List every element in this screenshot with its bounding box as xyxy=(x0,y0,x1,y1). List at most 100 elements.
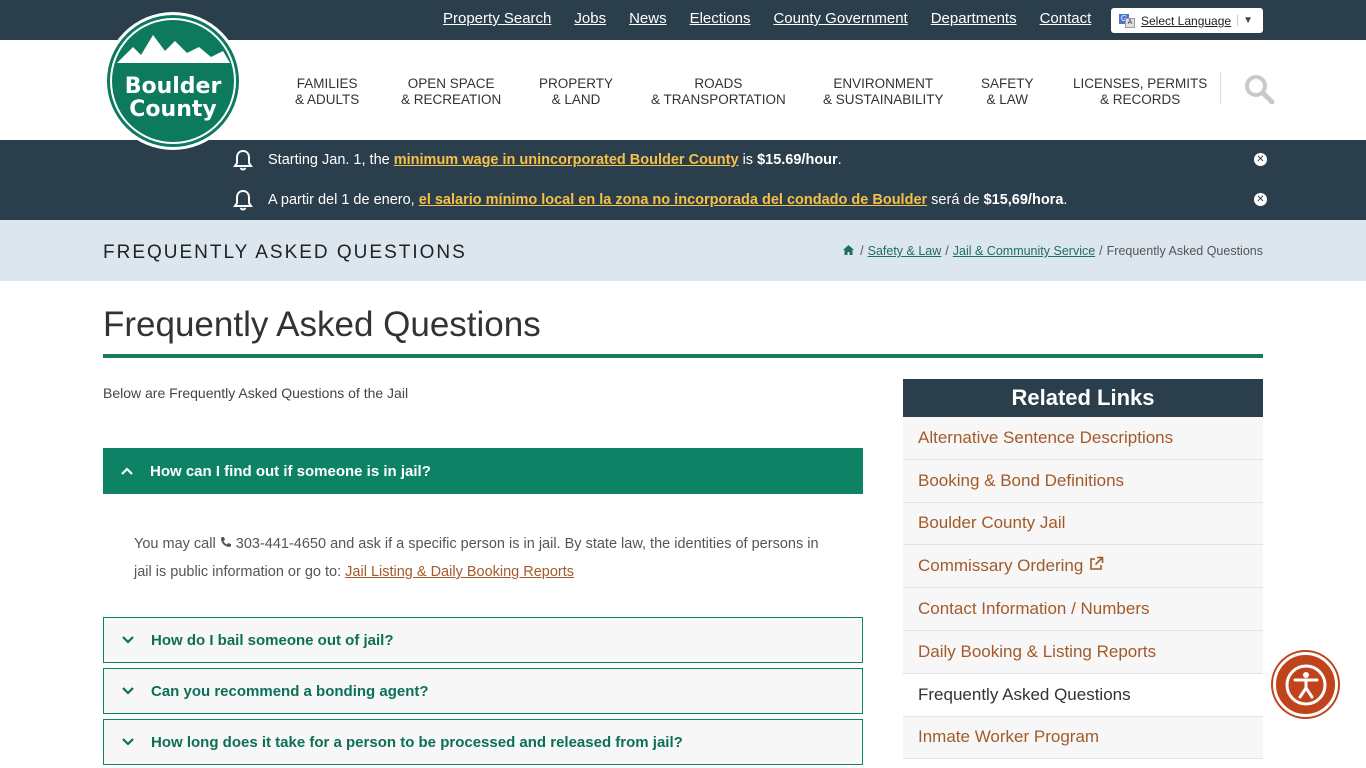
alert-bar: Starting Jan. 1, the minimum wage in uni… xyxy=(0,140,1366,220)
related-link[interactable]: Boulder County Jail xyxy=(903,502,1263,546)
nav-label: OPEN SPACE xyxy=(407,76,495,91)
nav-label: & TRANSPORTATION xyxy=(651,92,786,107)
page-title-band: FREQUENTLY ASKED QUESTIONS / Safety & La… xyxy=(0,220,1366,281)
nav-families-adults[interactable]: FAMILIES & ADULTS xyxy=(295,76,359,108)
accessibility-button[interactable] xyxy=(1273,652,1338,717)
chevron-down-icon: ▼ xyxy=(1237,15,1253,26)
breadcrumb-separator: / xyxy=(945,244,949,258)
bell-icon xyxy=(232,149,254,175)
chevron-down-icon xyxy=(104,636,151,644)
language-select-label: Select Language xyxy=(1141,13,1232,28)
faq-item[interactable]: How do I bail someone out of jail? xyxy=(103,617,863,663)
nav-label: LICENSES, PERMITS xyxy=(1073,76,1208,91)
related-link[interactable]: Inmate Worker Program xyxy=(903,716,1263,760)
home-icon[interactable] xyxy=(843,244,855,258)
chevron-down-icon xyxy=(104,738,151,746)
bell-icon xyxy=(232,189,254,215)
jail-listing-link[interactable]: Jail Listing & Daily Booking Reports xyxy=(345,564,574,580)
alert-text: is xyxy=(738,152,758,168)
related-link[interactable]: Daily Booking & Listing Reports xyxy=(903,630,1263,674)
top-link-elections[interactable]: Elections xyxy=(690,10,751,27)
intro-text: Below are Frequently Asked Questions of … xyxy=(103,385,409,401)
nav-safety-law[interactable]: SAFETY & LAW xyxy=(981,76,1034,108)
title-divider xyxy=(103,354,1263,358)
faq-question: How can I find out if someone is in jail… xyxy=(150,462,431,480)
search-icon[interactable] xyxy=(1243,73,1275,110)
translate-icon: GA xyxy=(1119,13,1135,28)
faq-item[interactable]: How long does it take for a person to be… xyxy=(103,719,863,765)
alert-text: A partir del 1 de enero, xyxy=(268,192,419,208)
breadcrumb-separator: / xyxy=(1099,244,1103,258)
accessibility-icon xyxy=(1285,664,1326,705)
band-title: FREQUENTLY ASKED QUESTIONS xyxy=(103,242,467,263)
nav-label: & ADULTS xyxy=(295,92,360,107)
related-link-label: Commissary Ordering xyxy=(918,556,1084,576)
nav-label: SAFETY xyxy=(981,76,1034,91)
alert-english-text: Starting Jan. 1, the minimum wage in uni… xyxy=(268,152,842,168)
nav-label: & LAW xyxy=(986,92,1029,107)
logo-line2: County xyxy=(129,97,216,122)
top-link-county-government[interactable]: County Government xyxy=(773,10,907,27)
chevron-up-icon xyxy=(103,467,150,475)
nav-divider xyxy=(1220,72,1221,104)
language-select[interactable]: GA Select Language ▼ xyxy=(1111,8,1263,33)
faq-item-open[interactable]: How can I find out if someone is in jail… xyxy=(103,448,863,494)
top-link-news[interactable]: News xyxy=(629,10,667,27)
top-link-contact[interactable]: Contact xyxy=(1040,10,1092,27)
alert-wage: $15,69/hora xyxy=(983,192,1064,208)
alert-text: será de xyxy=(927,192,984,208)
nav-label: ENVIRONMENT xyxy=(833,76,934,91)
alert-spanish-link[interactable]: el salario mínimo local en la zona no in… xyxy=(419,192,927,208)
nav-label: ROADS xyxy=(694,76,743,91)
related-links-title: Related Links xyxy=(903,379,1263,417)
boulder-county-logo[interactable]: Boulder County xyxy=(103,11,243,151)
breadcrumb-separator: / xyxy=(860,244,864,258)
close-icon[interactable]: ✕ xyxy=(1254,193,1267,206)
related-link-commissary[interactable]: Commissary Ordering xyxy=(903,545,1263,589)
breadcrumb-current: Frequently Asked Questions xyxy=(1106,244,1263,258)
related-link[interactable]: Contact Information / Numbers xyxy=(903,588,1263,631)
phone-icon xyxy=(220,536,232,552)
related-links: Related Links Alternative Sentence Descr… xyxy=(903,379,1263,760)
top-link-jobs[interactable]: Jobs xyxy=(574,10,606,27)
top-link-property-search[interactable]: Property Search xyxy=(443,10,551,27)
faq-answer-text: You may call xyxy=(134,536,220,552)
alert-wage: $15.69/hour xyxy=(757,152,838,168)
breadcrumb: / Safety & Law / Jail & Community Servic… xyxy=(843,244,1263,258)
related-link[interactable]: Alternative Sentence Descriptions xyxy=(903,417,1263,460)
faq-question: Can you recommend a bonding agent? xyxy=(151,682,429,700)
related-link-current[interactable]: Frequently Asked Questions xyxy=(903,673,1263,717)
alert-spanish-text: A partir del 1 de enero, el salario míni… xyxy=(268,192,1067,208)
external-link-icon xyxy=(1089,556,1104,576)
alert-text: . xyxy=(1063,192,1068,208)
breadcrumb-jail[interactable]: Jail & Community Service xyxy=(953,244,1095,258)
faq-question: How do I bail someone out of jail? xyxy=(151,631,394,649)
nav-property-land[interactable]: PROPERTY & LAND xyxy=(539,76,613,108)
chevron-down-icon xyxy=(104,687,151,695)
nav-label: FAMILIES xyxy=(296,76,358,91)
alert-text: . xyxy=(837,152,842,168)
nav-label: & RECREATION xyxy=(401,92,502,107)
related-link[interactable]: Booking & Bond Definitions xyxy=(903,459,1263,503)
nav-environment[interactable]: ENVIRONMENT & SUSTAINABILITY xyxy=(823,76,944,108)
faq-question: How long does it take for a person to be… xyxy=(151,733,683,751)
faq-answer: You may call 303-441-4650 and ask if a s… xyxy=(134,530,834,586)
close-icon[interactable]: ✕ xyxy=(1254,153,1267,166)
top-link-departments[interactable]: Departments xyxy=(931,10,1017,27)
alert-english-link[interactable]: minimum wage in unincorporated Boulder C… xyxy=(394,152,739,168)
nav-licenses[interactable]: LICENSES, PERMITS & RECORDS xyxy=(1073,76,1207,108)
alert-text: Starting Jan. 1, the xyxy=(268,152,394,168)
faq-item[interactable]: Can you recommend a bonding agent? xyxy=(103,668,863,714)
alert-spanish: A partir del 1 de enero, el salario míni… xyxy=(0,180,1366,220)
nav-label: & LAND xyxy=(551,92,601,107)
nav-label: & SUSTAINABILITY xyxy=(823,92,944,107)
page-title: Frequently Asked Questions xyxy=(103,305,541,344)
nav-open-space[interactable]: OPEN SPACE & RECREATION xyxy=(401,76,501,108)
nav-label: PROPERTY xyxy=(539,76,614,91)
faq-phone[interactable]: 303-441-4650 xyxy=(236,536,326,552)
utility-links: Property Search Jobs News Elections Coun… xyxy=(443,10,1091,27)
logo-line1: Boulder xyxy=(125,74,222,99)
nav-roads[interactable]: ROADS & TRANSPORTATION xyxy=(651,76,786,108)
nav-label: & RECORDS xyxy=(1100,92,1181,107)
breadcrumb-safety-law[interactable]: Safety & Law xyxy=(868,244,942,258)
